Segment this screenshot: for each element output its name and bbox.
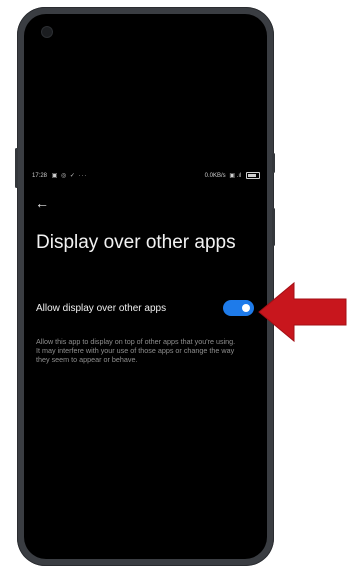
allow-display-toggle[interactable] [223,300,254,316]
phone-right-button-upper [272,153,275,173]
red-arrow-icon [258,281,347,343]
back-arrow-icon[interactable]: ← [35,196,53,210]
phone-right-button-lower [272,208,275,246]
notification-icons: ▣ ◎ ✓ ··· [51,173,88,179]
status-bar: 17:28 ▣ ◎ ✓ ··· 0.0KB/s ▣ .ıl [32,171,260,183]
status-time: 17:28 [32,173,48,179]
setting-label: Allow display over other apps [36,303,167,314]
toggle-knob [242,304,250,312]
page-title: Display over other apps [36,232,236,253]
battery-icon [246,172,260,179]
front-camera-icon [42,27,52,37]
network-speed: 0.0KB/s [204,173,226,180]
allow-display-setting-row[interactable]: Allow display over other apps [36,300,256,320]
signal-icons: ▣ .ıl [229,173,242,180]
phone-screen: 17:28 ▣ ◎ ✓ ··· 0.0KB/s ▣ .ıl ← Display … [24,14,267,559]
status-left: 17:28 ▣ ◎ ✓ ··· [32,172,88,179]
status-right: 0.0KB/s ▣ .ıl [205,172,260,179]
phone-left-button [15,148,18,188]
setting-description: Allow this app to display on top of othe… [36,337,236,364]
